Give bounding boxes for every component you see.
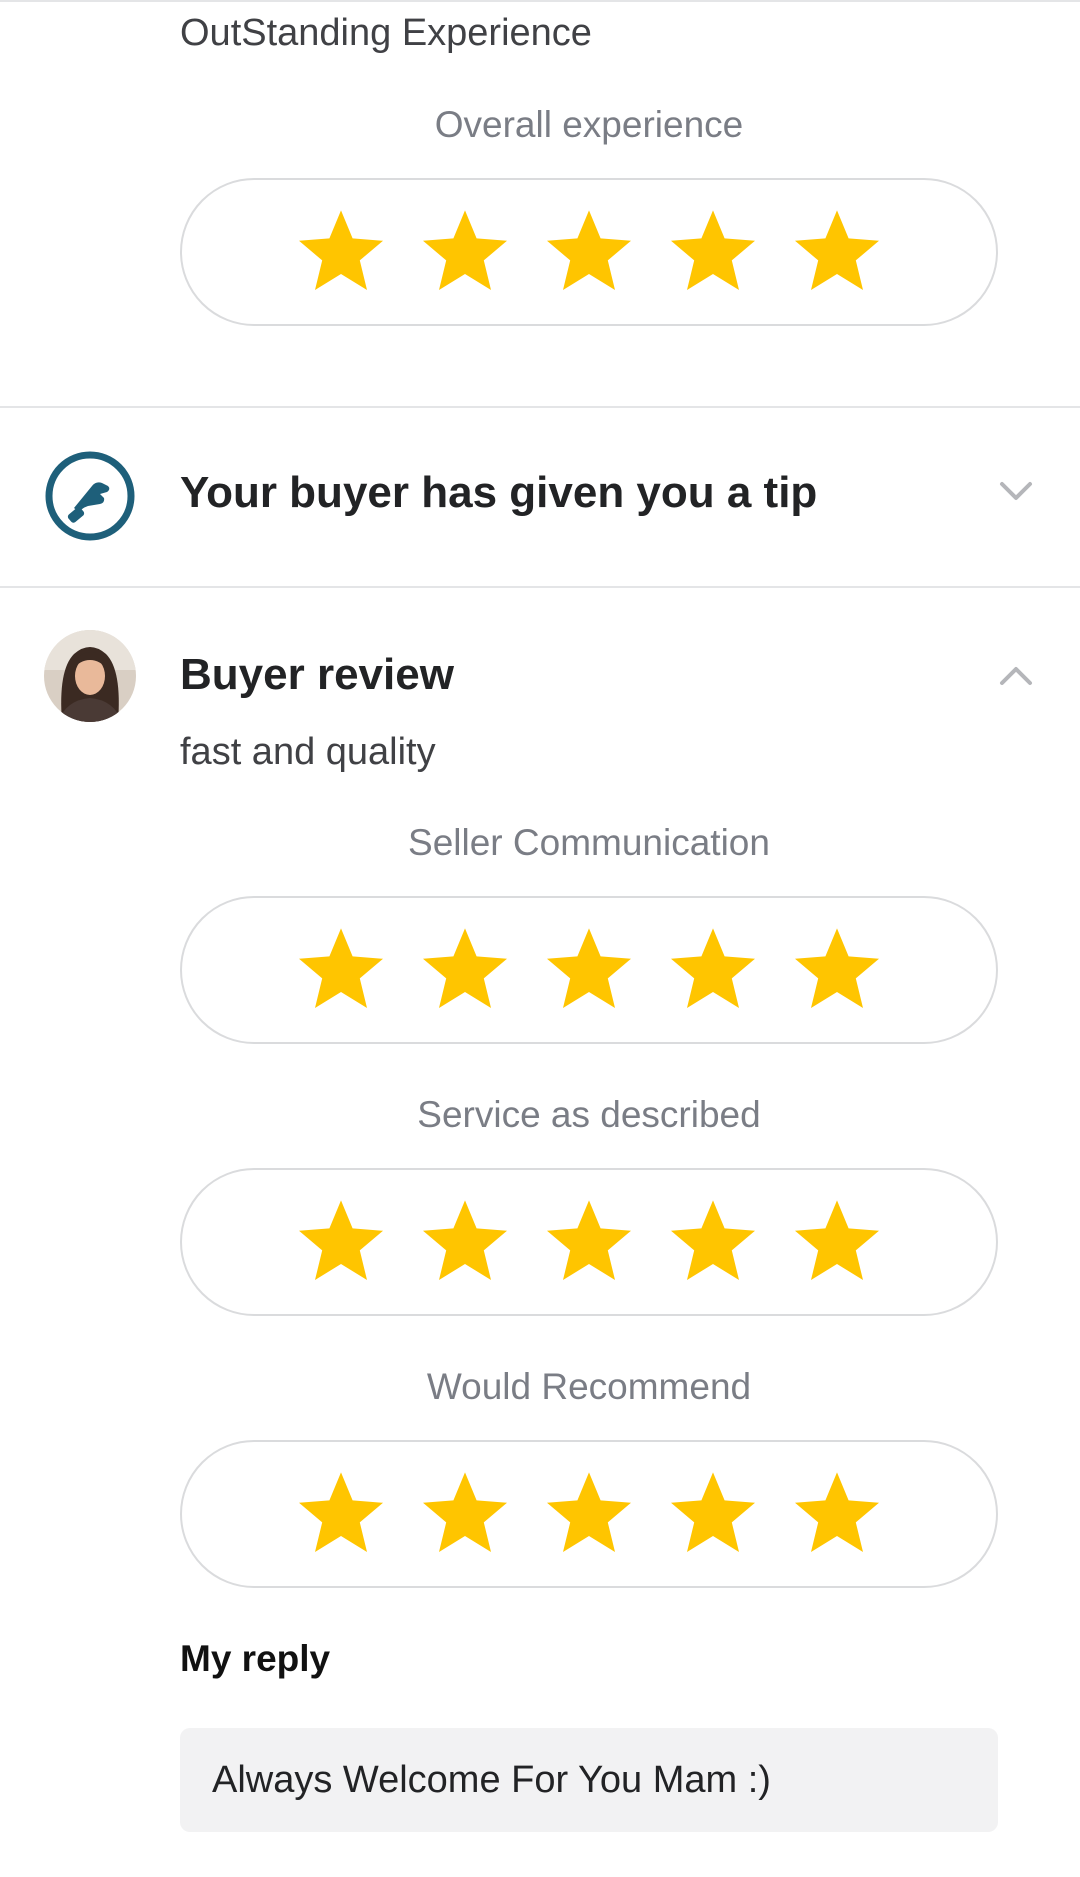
top-divider xyxy=(0,0,1080,2)
star-icon xyxy=(423,1472,507,1552)
my-reply-title: My reply xyxy=(180,1638,331,1679)
star-rating-seller-communication xyxy=(180,896,998,1044)
star-icon xyxy=(547,210,631,290)
star-rating-overall-experience xyxy=(180,178,998,326)
star-icon xyxy=(423,210,507,290)
star-icon xyxy=(671,1472,755,1552)
star-icon xyxy=(795,210,879,290)
previous-review-text: OutStanding Experience xyxy=(180,12,592,54)
chevron-down-icon[interactable] xyxy=(996,472,1036,512)
star-icon xyxy=(423,1200,507,1280)
chevron-up-icon[interactable] xyxy=(996,655,1036,695)
star-icon xyxy=(423,928,507,1008)
star-icon xyxy=(299,210,383,290)
star-rating-would-recommend xyxy=(180,1440,998,1588)
star-icon xyxy=(671,1200,755,1280)
buyer-avatar xyxy=(44,630,136,722)
tip-section-title[interactable]: Your buyer has given you a tip xyxy=(180,468,817,518)
rating-label-seller-communication: Seller Communication xyxy=(408,822,770,863)
rating-label-overall-experience: Overall experience xyxy=(434,104,744,145)
rating-label-service-as-described: Service as described xyxy=(417,1094,761,1135)
star-icon xyxy=(299,1200,383,1280)
buyer-review-comment: fast and quality xyxy=(180,731,436,773)
star-rating-service-as-described xyxy=(180,1168,998,1316)
star-icon xyxy=(299,1472,383,1552)
section-divider xyxy=(0,586,1080,588)
section-divider xyxy=(0,406,1080,408)
star-icon xyxy=(795,1472,879,1552)
star-icon xyxy=(795,928,879,1008)
tip-hand-icon xyxy=(45,451,135,541)
my-reply-text: Always Welcome For You Mam :) xyxy=(180,1728,998,1832)
star-icon xyxy=(547,1200,631,1280)
star-icon xyxy=(671,928,755,1008)
star-icon xyxy=(795,1200,879,1280)
star-icon xyxy=(671,210,755,290)
star-icon xyxy=(547,928,631,1008)
star-icon xyxy=(299,928,383,1008)
buyer-review-title[interactable]: Buyer review xyxy=(180,650,454,700)
star-icon xyxy=(547,1472,631,1552)
rating-label-would-recommend: Would Recommend xyxy=(426,1366,752,1407)
